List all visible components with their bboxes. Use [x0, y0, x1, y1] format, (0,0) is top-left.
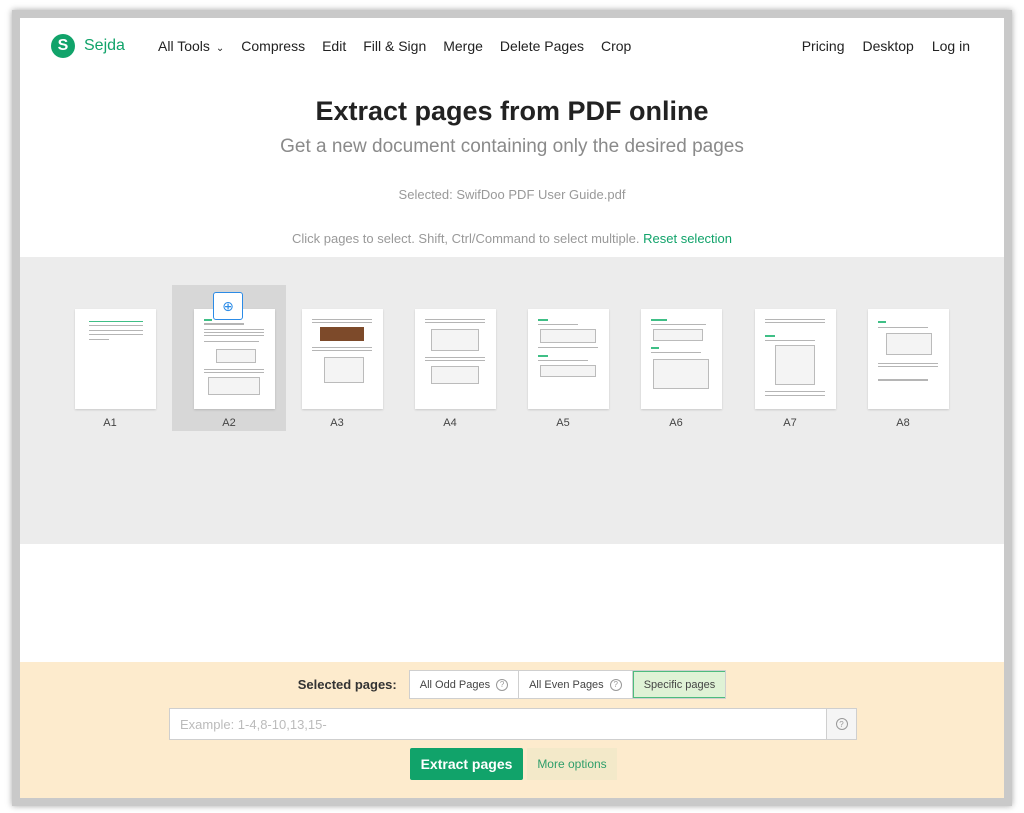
help-icon[interactable]: ? [609, 678, 622, 691]
page-preview [194, 309, 275, 409]
hint-text: Click pages to select. Shift, Ctrl/Comma… [291, 231, 640, 246]
page-preview [528, 309, 609, 409]
selection-hint: Click pages to select. Shift, Ctrl/Comma… [20, 231, 1004, 246]
option-even-pages[interactable]: All Even Pages? [519, 671, 633, 698]
extract-pages-button[interactable]: Extract pages [410, 748, 523, 780]
page-thumbnail[interactable]: A8 [846, 285, 960, 431]
page-subtitle: Get a new document containing only the d… [280, 136, 744, 157]
sejda-logo-icon: S [51, 34, 75, 58]
page-preview [755, 309, 836, 409]
option-odd-pages-label: All Odd Pages [419, 678, 491, 691]
nav-edit[interactable]: Edit [322, 38, 346, 54]
page-preview [868, 309, 949, 409]
page-selection-options: All Odd Pages? All Even Pages? Specific … [408, 670, 727, 699]
extract-options-panel: Selected pages: All Odd Pages? All Even … [20, 662, 1004, 798]
page-label: A1 [103, 417, 117, 429]
page-label: A2 [222, 417, 236, 429]
page-label: A4 [443, 417, 457, 429]
page-range-input[interactable] [169, 708, 827, 740]
page-thumbnail[interactable]: A7 [733, 285, 847, 431]
browser-frame: S Sejda All Tools ⌄ Compress Edit Fill & … [12, 10, 1012, 806]
page-label: A3 [330, 417, 344, 429]
option-specific-pages[interactable]: Specific pages [632, 671, 726, 698]
nav-fill-sign[interactable]: Fill & Sign [363, 38, 426, 54]
page-label: A5 [556, 417, 570, 429]
nav-crop[interactable]: Crop [601, 38, 631, 54]
page-selection-row: Selected pages: All Odd Pages? All Even … [20, 670, 1004, 699]
page-preview [641, 309, 722, 409]
option-even-pages-label: All Even Pages [529, 678, 604, 691]
page-label: A8 [896, 417, 910, 429]
nav-merge[interactable]: Merge [443, 38, 483, 54]
logo[interactable]: S Sejda [51, 34, 125, 58]
page-title: Extract pages from PDF online [315, 96, 709, 126]
more-options-button[interactable]: More options [527, 748, 617, 780]
selected-pages-label: Selected pages: [297, 677, 397, 692]
nav-delete-pages[interactable]: Delete Pages [500, 38, 584, 54]
nav-all-tools-label: All Tools [158, 38, 210, 54]
page-preview [415, 309, 496, 409]
nav-login[interactable]: Log in [932, 38, 970, 54]
brand-name: Sejda [84, 37, 125, 54]
nav-pricing[interactable]: Pricing [802, 38, 845, 54]
nav-links: All Tools ⌄ Compress Edit Fill & Sign Mer… [158, 38, 631, 54]
help-icon[interactable]: ? [496, 678, 509, 691]
page-thumbnail[interactable]: ⊕ A2 [172, 285, 286, 431]
nav-compress[interactable]: Compress [241, 38, 305, 54]
page-label: A6 [669, 417, 683, 429]
reset-selection-link[interactable]: Reset selection [643, 231, 732, 246]
option-odd-pages[interactable]: All Odd Pages? [410, 671, 520, 698]
selected-file: Selected: SwifDoo PDF User Guide.pdf [398, 187, 626, 202]
help-icon: ? [835, 718, 848, 730]
page-thumbnail[interactable]: A6 [619, 285, 733, 431]
page-thumbnail[interactable]: A4 [393, 285, 507, 431]
page-preview [75, 309, 156, 409]
page-label: A7 [783, 417, 797, 429]
page-thumbnail[interactable]: A3 [280, 285, 394, 431]
chevron-down-icon: ⌄ [215, 43, 225, 54]
range-help-button[interactable]: ? [826, 708, 857, 740]
pages-grid: A1 ⊕ A2 A3 A4 A5 A6 A7 A8 [20, 257, 1004, 544]
page-thumbnail[interactable]: A1 [53, 285, 167, 431]
nav-right: Pricing Desktop Log in [802, 38, 970, 54]
page-thumbnail[interactable]: A5 [506, 285, 620, 431]
top-nav: S Sejda All Tools ⌄ Compress Edit Fill & … [20, 18, 1004, 74]
nav-desktop[interactable]: Desktop [862, 38, 913, 54]
nav-all-tools[interactable]: All Tools ⌄ [158, 38, 224, 54]
page-preview [302, 309, 383, 409]
zoom-in-icon[interactable]: ⊕ [213, 292, 243, 320]
